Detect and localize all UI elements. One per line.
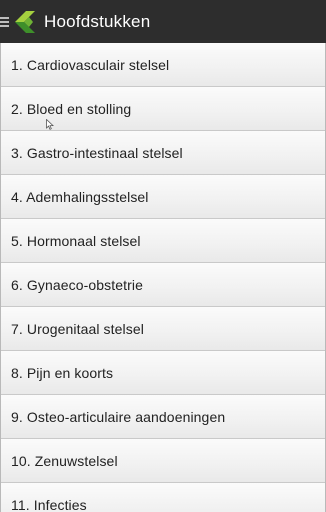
chapter-label: 9. Osteo-articulaire aandoeningen	[11, 408, 226, 425]
chapter-item-gynaeco[interactable]: 6. Gynaeco-obstetrie	[1, 263, 325, 307]
chapter-item-infecties[interactable]: 11. Infecties	[1, 483, 325, 512]
chapter-label: 10. Zenuwstelsel	[11, 452, 118, 469]
chapter-item-hormonaal[interactable]: 5. Hormonaal stelsel	[1, 219, 325, 263]
chapter-label: 6. Gynaeco-obstetrie	[11, 276, 143, 293]
chapter-item-urogenitaal[interactable]: 7. Urogenitaal stelsel	[1, 307, 325, 351]
chapter-item-pijn[interactable]: 8. Pijn en koorts	[1, 351, 325, 395]
chapter-item-ademhaling[interactable]: 4. Ademhalingsstelsel	[1, 175, 325, 219]
chapter-list: 1. Cardiovasculair stelsel 2. Bloed en s…	[0, 43, 326, 512]
chapter-item-zenuwstelsel[interactable]: 10. Zenuwstelsel	[1, 439, 325, 483]
action-bar: Hoofdstukken	[0, 0, 326, 43]
chapter-label: 3. Gastro-intestinaal stelsel	[11, 144, 183, 161]
chapter-label: 7. Urogenitaal stelsel	[11, 320, 144, 337]
mouse-cursor-icon	[46, 117, 55, 130]
app-logo-icon[interactable]	[14, 10, 36, 34]
chapter-label: 1. Cardiovasculair stelsel	[11, 56, 170, 73]
chapter-item-osteo[interactable]: 9. Osteo-articulaire aandoeningen	[1, 395, 325, 439]
chapter-label: 5. Hormonaal stelsel	[11, 232, 141, 249]
chapter-label: 8. Pijn en koorts	[11, 364, 114, 381]
chapter-label: 4. Ademhalingsstelsel	[11, 188, 149, 205]
chapter-item-cardiovasculair[interactable]: 1. Cardiovasculair stelsel	[1, 43, 325, 87]
page-title: Hoofdstukken	[44, 11, 151, 31]
chapter-label: 11. Infecties	[11, 496, 87, 512]
app-window: Hoofdstukken 1. Cardiovasculair stelsel …	[0, 0, 326, 512]
chapter-label: 2. Bloed en stolling	[11, 100, 132, 117]
hamburger-menu-icon[interactable]	[0, 15, 10, 29]
chapter-item-gastro[interactable]: 3. Gastro-intestinaal stelsel	[1, 131, 325, 175]
